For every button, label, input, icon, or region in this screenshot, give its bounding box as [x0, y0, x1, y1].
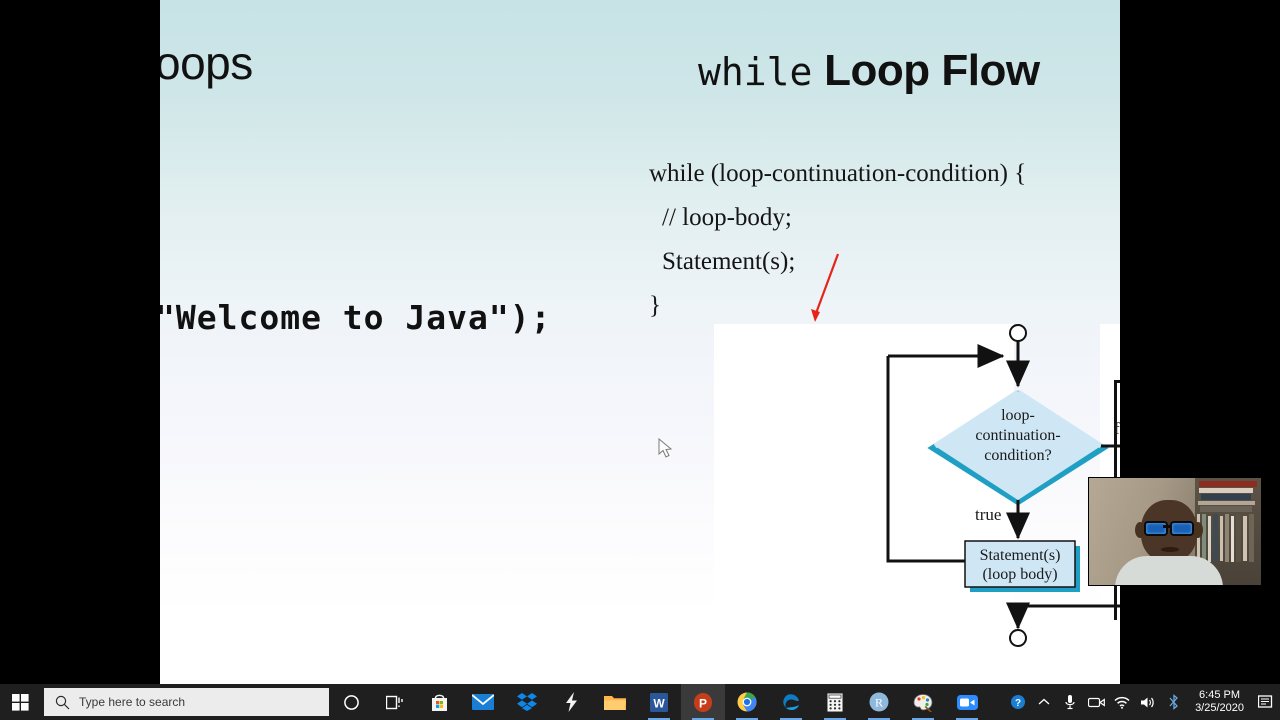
- camera-icon[interactable]: [1083, 684, 1109, 720]
- help-icon[interactable]: ?: [1005, 684, 1031, 720]
- desktop-background: oops while Loop Flow "Welcome to Java");…: [0, 0, 1280, 720]
- code-line-1: while (loop-continuation-condition) {: [649, 160, 1027, 187]
- volume-icon[interactable]: [1135, 684, 1161, 720]
- word-icon[interactable]: W: [637, 684, 681, 720]
- edge-icon[interactable]: [769, 684, 813, 720]
- clock-time: 6:45 PM: [1199, 689, 1241, 701]
- flow-end-node: [1009, 629, 1027, 647]
- wifi-icon[interactable]: [1109, 684, 1135, 720]
- search-input[interactable]: Type here to search: [44, 688, 329, 716]
- glasses-bridge: [1163, 525, 1172, 528]
- svg-text:W: W: [653, 696, 665, 710]
- show-hidden-icons-chevron[interactable]: [1031, 684, 1057, 720]
- mouse-cursor: [658, 438, 673, 458]
- decision-label-line1: loop-: [1001, 407, 1035, 424]
- microsoft-store-icon[interactable]: [417, 684, 461, 720]
- flow-start-node: [1009, 324, 1027, 342]
- file-explorer-icon[interactable]: [593, 684, 637, 720]
- svg-text:R: R: [875, 696, 883, 710]
- presenter-ear-right: [1193, 522, 1203, 538]
- rstudio-icon[interactable]: R: [857, 684, 901, 720]
- dropbox-icon[interactable]: [505, 684, 549, 720]
- chrome-icon[interactable]: [725, 684, 769, 720]
- system-tray[interactable]: ? 6:45 PM 3/25/2020: [1005, 684, 1280, 720]
- clock-date: 3/25/2020: [1195, 702, 1244, 714]
- svg-text:?: ?: [1015, 698, 1021, 709]
- paint-icon[interactable]: [901, 684, 945, 720]
- task-view-icon[interactable]: [373, 684, 417, 720]
- zotero-icon[interactable]: [549, 684, 593, 720]
- start-button[interactable]: [0, 684, 40, 720]
- search-icon: [55, 695, 70, 710]
- bluetooth-icon[interactable]: [1161, 684, 1187, 720]
- glasses-lens-left: [1144, 521, 1168, 536]
- cortana-icon[interactable]: [329, 684, 373, 720]
- process-label-line1: Statement(s): [980, 547, 1061, 564]
- code-line-3: Statement(s);: [662, 248, 796, 275]
- slide-title-text: Loop Flow: [812, 46, 1040, 95]
- svg-text:P: P: [699, 696, 707, 710]
- left-code-line: "Welcome to Java");: [160, 298, 552, 337]
- decision-label-line2: continuation-: [975, 427, 1060, 444]
- powerpoint-slide[interactable]: oops while Loop Flow "Welcome to Java");…: [160, 0, 1120, 684]
- code-line-2: // loop-body;: [662, 204, 792, 231]
- powerpoint-icon[interactable]: P: [681, 684, 725, 720]
- slide-title-keyword: while: [698, 50, 813, 94]
- taskbar-clock[interactable]: 6:45 PM 3/25/2020: [1187, 689, 1252, 715]
- microphone-icon[interactable]: [1057, 684, 1083, 720]
- decision-label-line3: condition?: [984, 447, 1052, 464]
- presenter-webcam-overlay[interactable]: [1088, 477, 1262, 586]
- while-loop-flowchart: loop- continuation- condition? false tru…: [886, 324, 1120, 647]
- search-placeholder-text: Type here to search: [79, 695, 186, 709]
- slide-title-left: oops: [160, 37, 253, 89]
- windows-taskbar[interactable]: Type here to search W P R ? 6:45 PM 3/25…: [0, 684, 1280, 720]
- slide-title-right: while Loop Flow: [698, 46, 1040, 96]
- false-branch-label: false: [1114, 419, 1120, 438]
- windows-logo-icon: [11, 693, 29, 711]
- code-line-4: }: [649, 292, 661, 319]
- process-label-line2: (loop body): [982, 566, 1057, 583]
- true-branch-label: true: [975, 505, 1001, 524]
- presenter-shirt: [1115, 556, 1223, 585]
- calculator-icon[interactable]: [813, 684, 857, 720]
- mail-icon[interactable]: [461, 684, 505, 720]
- zoom-icon[interactable]: [945, 684, 989, 720]
- glasses-lens-right: [1170, 521, 1194, 536]
- notifications-icon[interactable]: [1252, 684, 1280, 720]
